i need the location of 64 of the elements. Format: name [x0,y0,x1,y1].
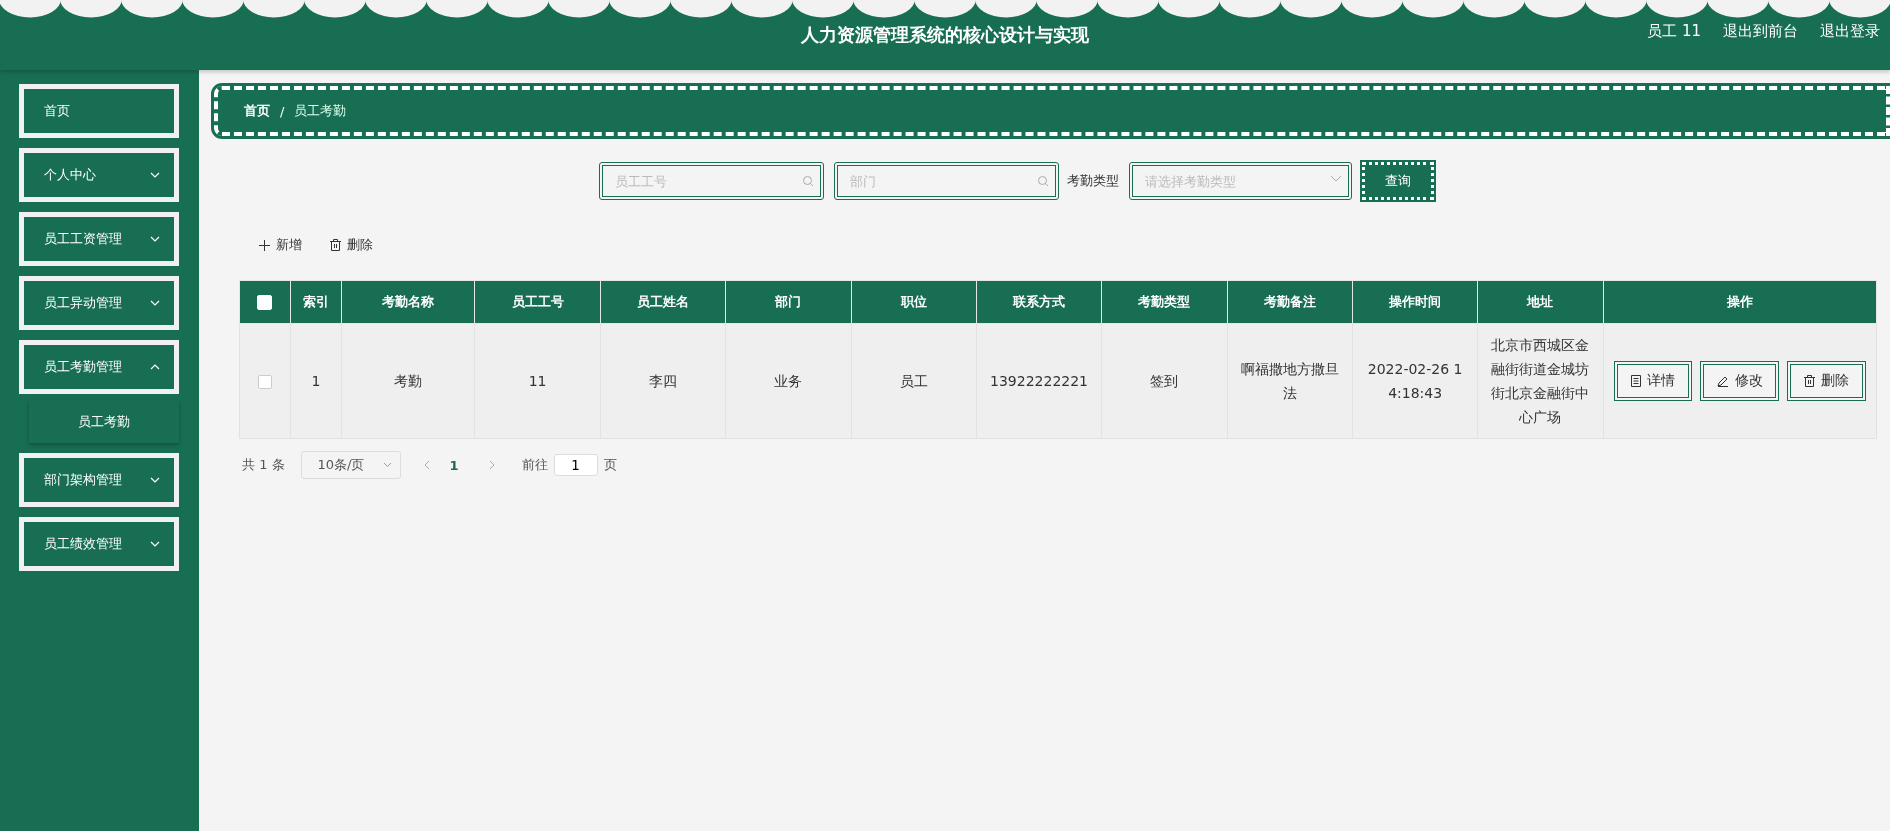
total-count: 共 1 条 [242,456,285,474]
filter-label: 考勤类型 [1067,172,1119,190]
column-header: 职位 [851,280,977,324]
next-page-icon[interactable] [488,460,496,470]
row-action-button[interactable]: 修改 [1700,361,1780,401]
trash-icon [330,239,341,251]
breadcrumb-item: 员工考勤 [294,102,347,120]
table-cell: 13922222221 [976,323,1102,439]
column-header: 地址 [1477,280,1604,324]
menu-item[interactable]: 个人中心 [19,148,179,202]
page-size-select[interactable]: 10条/页 [300,451,401,479]
search-icon [1037,175,1049,187]
table-cell: 北京市西城区金融街街道金城坊街北京金融街中心广场 [1477,323,1604,439]
column-header: 考勤名称 [341,280,475,324]
column-header: 联系方式 [976,280,1102,324]
row-action-button[interactable]: 详情 [1613,361,1693,401]
toolbar-button[interactable]: 删除 [324,232,379,258]
table-cell: 2022-02-26 14:18:43 [1352,323,1478,439]
column-header: 部门 [725,280,851,324]
header-link[interactable]: 退出到前台 [1723,22,1798,41]
menu-item[interactable]: 员工工资管理 [19,212,179,266]
trash-icon [1804,375,1816,387]
column-header: 索引 [290,280,342,324]
table-cell: 11 [474,323,601,439]
table-cell: 员工 [851,323,977,439]
search-icon [802,175,814,187]
table-cell: 考勤 [341,323,475,439]
column-header: 操作时间 [1352,280,1478,324]
page-number[interactable]: 1 [441,457,467,473]
table-cell: 签到 [1101,323,1228,439]
table-cell: 啊福撒地方撒旦法 [1227,323,1353,439]
select-all-checkbox[interactable] [257,295,273,310]
previous-page-icon[interactable] [422,460,430,470]
menu-item[interactable]: 员工考勤管理 [19,340,179,394]
menu-item[interactable]: 员工绩效管理 [19,517,179,571]
goto-label: 前往 [521,456,548,474]
document-icon [1631,375,1642,387]
menu-item[interactable]: 员工异动管理 [19,276,179,330]
menu-item[interactable]: 首页 [19,84,179,138]
goto-page-field[interactable]: 1 [553,454,598,476]
column-header: 操作 [1603,280,1877,324]
header-link[interactable]: 退出登录 [1820,22,1880,41]
toolbar-button[interactable]: 新增 [253,232,308,258]
menu-item[interactable]: 部门架构管理 [19,453,179,507]
submenu-item[interactable]: 员工考勤 [29,400,179,443]
chevron-icon [1330,175,1342,182]
query-button[interactable]: 查询 [1362,162,1434,200]
app-title: 人力资源管理系统的核心设计与实现 [801,23,1089,47]
row-checkbox[interactable] [257,375,272,389]
plus-icon [259,239,270,251]
pencil-icon [1716,375,1729,387]
breadcrumb-item[interactable]: 首页 [244,102,270,120]
chevron-icon [382,462,392,468]
table-cell: 业务 [725,323,851,439]
column-header: 考勤备注 [1227,280,1353,324]
table-cell: 李四 [600,323,726,439]
row-action-button[interactable]: 删除 [1787,361,1866,401]
column-header: 考勤类型 [1101,280,1228,324]
page-suffix: 页 [603,456,617,474]
column-header: 员工工号 [474,280,601,324]
table-cell: 1 [290,323,342,439]
user-label: 员工 11 [1647,22,1701,41]
column-header: 员工姓名 [600,280,726,324]
breadcrumb-separator: / [280,103,285,119]
